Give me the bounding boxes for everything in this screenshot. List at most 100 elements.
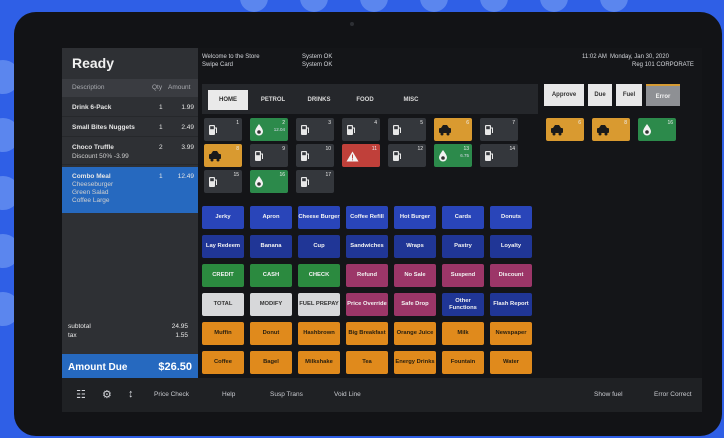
- key-coffee-refill-button[interactable]: Coffee Refill: [346, 206, 388, 229]
- key-no-sale-button[interactable]: No Sale: [394, 264, 436, 287]
- fuel-pump-15[interactable]: 15: [204, 170, 242, 193]
- key-other-functions-button[interactable]: Other Functions: [442, 293, 484, 316]
- tab-petrol[interactable]: PETROL: [252, 90, 294, 110]
- fuel-pump-17[interactable]: 17: [296, 170, 334, 193]
- fuel-pump-13[interactable]: 13 6.75: [434, 144, 472, 167]
- key-check-button[interactable]: CHECK: [298, 264, 340, 287]
- key-bagel-button[interactable]: Bagel: [250, 351, 292, 374]
- key-donuts-button[interactable]: Donuts: [490, 206, 532, 229]
- tab-fuel[interactable]: Fuel: [616, 84, 642, 106]
- fuel-pump-8[interactable]: 8: [592, 118, 630, 141]
- fuel-pump-16[interactable]: 16: [250, 170, 288, 193]
- tab-misc[interactable]: MISC: [390, 90, 432, 110]
- key-big-breakfast-button[interactable]: Big Breakfast: [346, 322, 388, 345]
- settings-icon[interactable]: ⚙: [102, 388, 112, 401]
- key-orange-juice-button[interactable]: Orange Juice: [394, 322, 436, 345]
- key-milk-button[interactable]: Milk: [442, 322, 484, 345]
- error-correct-button[interactable]: Error Correct: [654, 391, 692, 398]
- tab-food[interactable]: FOOD: [344, 90, 386, 110]
- receipt-line[interactable]: Drink 6-Pack 1 1.99: [62, 97, 198, 117]
- receipt-line-selected[interactable]: Combo Meal 1 12.49 Cheeseburger Green Sa…: [62, 167, 198, 213]
- key-sandwiches-button[interactable]: Sandwiches: [346, 235, 388, 258]
- fuel-pump-5[interactable]: 5: [388, 118, 426, 141]
- fuel-pump-7[interactable]: 7: [480, 118, 518, 141]
- key-coffee-button[interactable]: Coffee: [202, 351, 244, 374]
- key-hashbrown-button[interactable]: Hashbrown: [298, 322, 340, 345]
- fuel-pump-2[interactable]: 2 12.04: [250, 118, 288, 141]
- price-check-button[interactable]: Price Check: [154, 391, 189, 398]
- pump-number: 14: [509, 146, 515, 152]
- key-water-button[interactable]: Water: [490, 351, 532, 374]
- key-discount-button[interactable]: Discount: [490, 264, 532, 287]
- receipt-line[interactable]: Small Bites Nuggets 1 2.49: [62, 117, 198, 137]
- pump-amount: 12.04: [273, 127, 285, 132]
- tax-value: 1.55: [175, 332, 188, 339]
- line-amount: 12.49: [177, 173, 194, 180]
- tab-approve[interactable]: Approve: [544, 84, 584, 106]
- line-amount: 3.99: [181, 144, 194, 151]
- key-energy-drinks-button[interactable]: Energy Drinks: [394, 351, 436, 374]
- fuel-pump-14[interactable]: 14: [480, 144, 518, 167]
- pump-number: 15: [233, 172, 239, 178]
- sort-icon[interactable]: ↕: [128, 388, 134, 400]
- key-modify-button[interactable]: MODIFY: [250, 293, 292, 316]
- tab-drinks[interactable]: DRINKS: [298, 90, 340, 110]
- key-credit-button[interactable]: CREDIT: [202, 264, 244, 287]
- line-description: Combo Meal: [72, 173, 111, 180]
- key-banana-button[interactable]: Banana: [250, 235, 292, 258]
- key-loyalty-button[interactable]: Loyalty: [490, 235, 532, 258]
- key-fuel-prepay-button[interactable]: FUEL PREPAY: [298, 293, 340, 316]
- fuel-pump-9[interactable]: 9: [250, 144, 288, 167]
- key-total-button[interactable]: TOTAL: [202, 293, 244, 316]
- status-title: Ready: [72, 55, 115, 71]
- key-price-override-button[interactable]: Price Override: [346, 293, 388, 316]
- tab-home[interactable]: HOME: [208, 90, 248, 110]
- line-qty: 1: [159, 124, 163, 131]
- background-dot: [420, 0, 448, 12]
- fuel-pump-11[interactable]: 11: [342, 144, 380, 167]
- key-fountain-button[interactable]: Fountain: [442, 351, 484, 374]
- fuel-pump-10[interactable]: 10: [296, 144, 334, 167]
- fuel-pump-6[interactable]: 6: [434, 118, 472, 141]
- key-cheese-burger-button[interactable]: Cheese Burger: [298, 206, 340, 229]
- receipt-line[interactable]: Choco Truffle 2 3.99 Discount 50% -3.99: [62, 137, 198, 165]
- key-refund-button[interactable]: Refund: [346, 264, 388, 287]
- void-line-button[interactable]: Void Line: [334, 391, 361, 398]
- key-flash-report-button[interactable]: Flash Report: [490, 293, 532, 316]
- fuel-pump-4[interactable]: 4: [342, 118, 380, 141]
- susp-trans-button[interactable]: Susp Trans: [270, 391, 303, 398]
- key-cards-button[interactable]: Cards: [442, 206, 484, 229]
- fuel-pump-1[interactable]: 1: [204, 118, 242, 141]
- fuel-pump-16[interactable]: 16: [638, 118, 676, 141]
- key-newspaper-button[interactable]: Newspaper: [490, 322, 532, 345]
- key-tea-button[interactable]: Tea: [346, 351, 388, 374]
- key-wraps-button[interactable]: Wraps: [394, 235, 436, 258]
- totals-block: subtotal 24.95 tax 1.55: [62, 316, 198, 348]
- key-muffin-button[interactable]: Muffin: [202, 322, 244, 345]
- help-button[interactable]: Help: [222, 391, 235, 398]
- grid-menu-icon[interactable]: ☷: [76, 388, 86, 401]
- tab-error[interactable]: Error: [646, 84, 680, 106]
- pump-number: 8: [624, 120, 627, 126]
- fuel-pump-3[interactable]: 3: [296, 118, 334, 141]
- key-cash-button[interactable]: CASH: [250, 264, 292, 287]
- fuel-pump-8[interactable]: 8: [204, 144, 242, 167]
- key-apron-button[interactable]: Apron: [250, 206, 292, 229]
- key-jerky-button[interactable]: Jerky: [202, 206, 244, 229]
- pump-number: 12: [417, 146, 423, 152]
- key-safe-drop-button[interactable]: Safe Drop: [394, 293, 436, 316]
- key-donut-button[interactable]: Donut: [250, 322, 292, 345]
- key-lay-redeem-button[interactable]: Lay Redeem: [202, 235, 244, 258]
- key-hot-burger-button[interactable]: Hot Burger: [394, 206, 436, 229]
- fuel-pump-12[interactable]: 12: [388, 144, 426, 167]
- key-pastry-button[interactable]: Pastry: [442, 235, 484, 258]
- line-amount: 1.99: [181, 104, 194, 111]
- key-milkshake-button[interactable]: Milkshake: [298, 351, 340, 374]
- tab-due[interactable]: Due: [588, 84, 612, 106]
- show-fuel-button[interactable]: Show fuel: [594, 391, 623, 398]
- fuel-pump-6[interactable]: 6: [546, 118, 584, 141]
- line-modifier: Coffee Large: [72, 197, 110, 204]
- amount-due-label: Amount Due: [68, 362, 128, 373]
- key-suspend-button[interactable]: Suspend: [442, 264, 484, 287]
- key-cup-button[interactable]: Cup: [298, 235, 340, 258]
